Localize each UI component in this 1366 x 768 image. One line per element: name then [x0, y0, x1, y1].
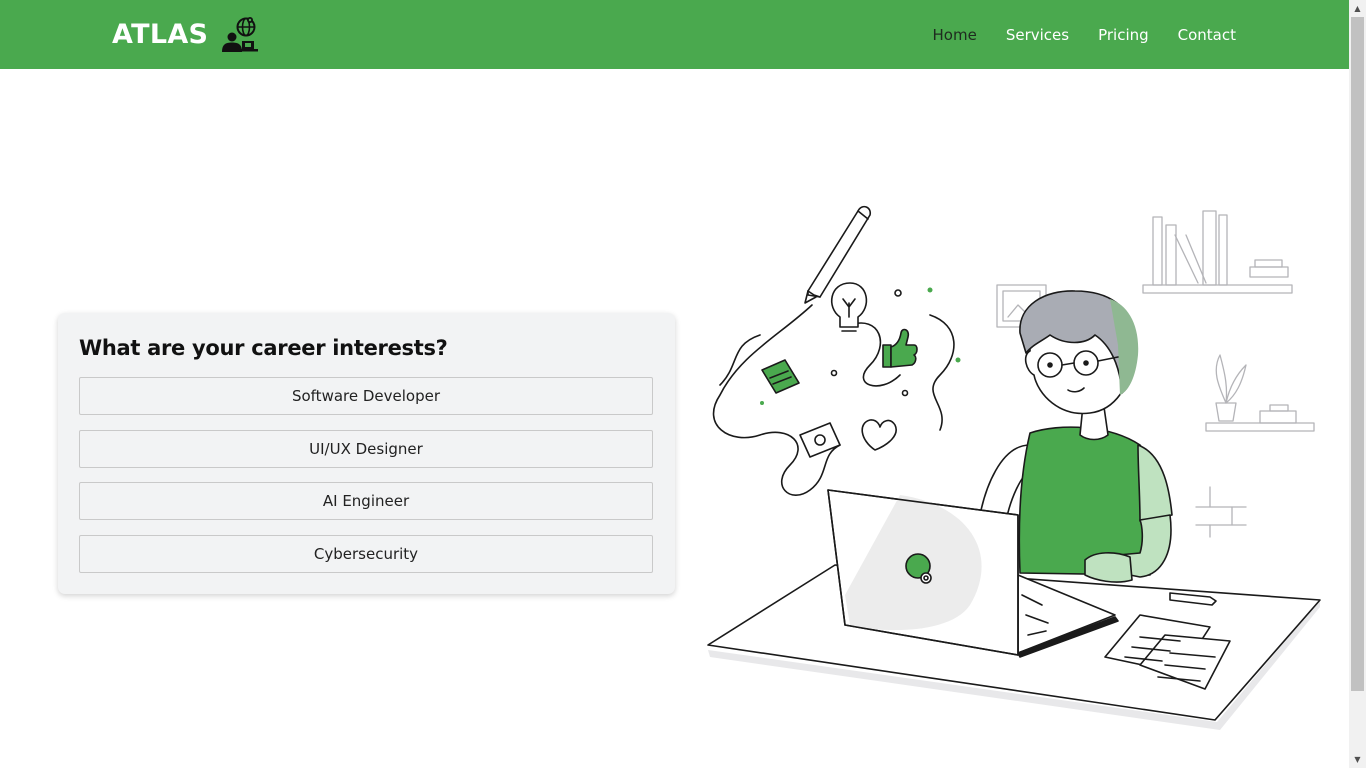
nav-services-link[interactable]: Services [1006, 26, 1069, 44]
brand[interactable]: ATLAS [112, 14, 260, 54]
nav-contact-link[interactable]: Contact [1178, 26, 1236, 44]
brand-name[interactable]: ATLAS [112, 19, 208, 50]
main-nav: Home Services Pricing Contact [933, 0, 1236, 69]
card-title: What are your career interests? [79, 336, 448, 360]
person-working-on-laptop-illustration [707, 205, 1321, 730]
option-ui-ux-designer-button[interactable]: UI/UX Designer [79, 429, 653, 468]
option-cybersecurity-button[interactable]: Cybersecurity [79, 534, 653, 573]
scroll-down-arrow-icon[interactable]: ▼ [1349, 751, 1366, 768]
scroll-up-arrow-icon[interactable]: ▲ [1349, 0, 1366, 17]
career-interests-card: What are your career interests? Software… [58, 313, 675, 594]
option-ai-engineer-button[interactable]: AI Engineer [79, 482, 653, 520]
option-software-developer-button[interactable]: Software Developer [79, 377, 653, 415]
top-navbar: ATLAS Home Services Pricing Contact [0, 0, 1349, 69]
scrollbar-thumb[interactable] [1351, 17, 1364, 691]
nav-home-link[interactable]: Home [933, 26, 977, 44]
vertical-scrollbar[interactable]: ▲ ▼ [1349, 0, 1366, 768]
nav-pricing-link[interactable]: Pricing [1098, 26, 1149, 44]
globe-with-person-icon [222, 17, 259, 52]
